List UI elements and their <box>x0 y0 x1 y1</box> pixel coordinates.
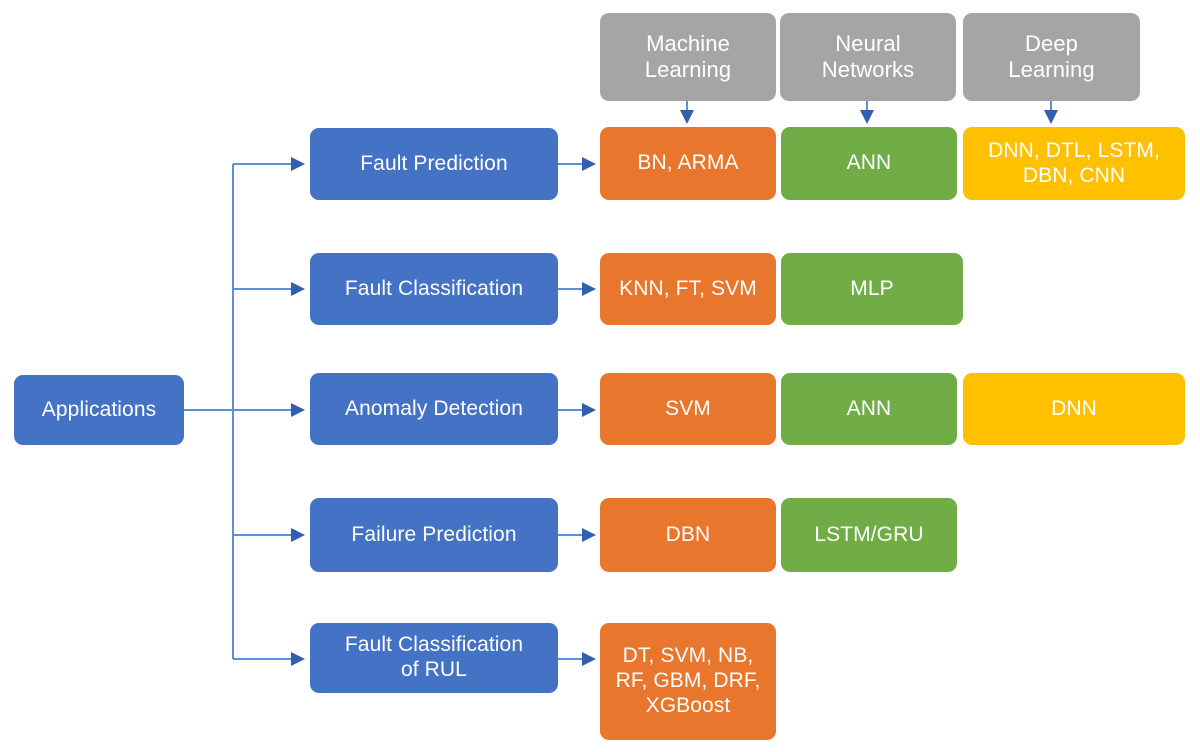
technique-node-anomaly-detection-deep-learning[interactable]: DNN <box>963 373 1185 445</box>
column-header-machine-learning[interactable]: Machine Learning <box>600 13 776 101</box>
application-node-fault-classification-of-rul[interactable]: Fault Classification of RUL <box>310 623 558 693</box>
technique-node-fault-classification-machine-learning[interactable]: KNN, FT, SVM <box>600 253 776 325</box>
technique-node-fault-classification-of-rul-machine-learning[interactable]: DT, SVM, NB, RF, GBM, DRF, XGBoost <box>600 623 776 740</box>
application-node-anomaly-detection[interactable]: Anomaly Detection <box>310 373 558 445</box>
root-node-applications[interactable]: Applications <box>14 375 184 445</box>
technique-node-anomaly-detection-machine-learning[interactable]: SVM <box>600 373 776 445</box>
technique-node-failure-prediction-machine-learning[interactable]: DBN <box>600 498 776 572</box>
technique-node-anomaly-detection-neural-networks[interactable]: ANN <box>781 373 957 445</box>
technique-node-fault-prediction-neural-networks[interactable]: ANN <box>781 127 957 200</box>
application-node-fault-classification[interactable]: Fault Classification <box>310 253 558 325</box>
technique-node-fault-classification-neural-networks[interactable]: MLP <box>781 253 963 325</box>
technique-node-failure-prediction-neural-networks[interactable]: LSTM/GRU <box>781 498 957 572</box>
diagram-canvas: Machine Learning Neural Networks Deep Le… <box>0 0 1200 752</box>
column-header-neural-networks[interactable]: Neural Networks <box>780 13 956 101</box>
column-header-deep-learning[interactable]: Deep Learning <box>963 13 1140 101</box>
technique-node-fault-prediction-machine-learning[interactable]: BN, ARMA <box>600 127 776 200</box>
technique-node-fault-prediction-deep-learning[interactable]: DNN, DTL, LSTM, DBN, CNN <box>963 127 1185 200</box>
application-node-failure-prediction[interactable]: Failure Prediction <box>310 498 558 572</box>
application-node-fault-prediction[interactable]: Fault Prediction <box>310 128 558 200</box>
